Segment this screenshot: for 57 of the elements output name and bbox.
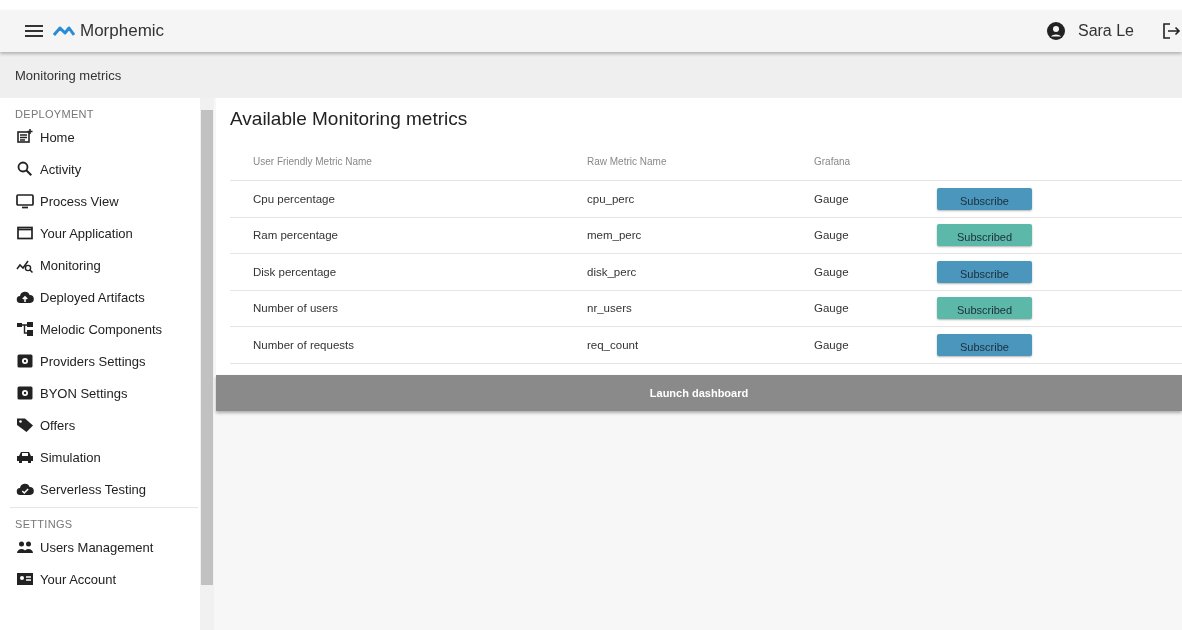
sidebar-item[interactable]: Users Management [0, 531, 154, 563]
grafana-type: Gauge [814, 338, 849, 351]
metric-name: Cpu percentage [253, 192, 335, 205]
logo-icon [53, 25, 75, 37]
raw-metric-name: mem_perc [587, 229, 642, 242]
column-header: User Friendly Metric Name [253, 155, 372, 167]
user-name[interactable]: Sara Le [1077, 22, 1134, 40]
sidebar-item[interactable]: Your Application [0, 217, 133, 249]
gear-icon [16, 384, 34, 402]
subscribed-button[interactable]: Subscribed [937, 224, 1032, 247]
raw-metric-name: req_count [587, 338, 639, 351]
monitor-icon [16, 192, 34, 210]
sidebar-item[interactable]: Home [0, 121, 75, 153]
app-name: Morphemic [80, 21, 165, 41]
subscribed-button[interactable]: Subscribed [937, 297, 1032, 320]
sidebar-item[interactable]: BYON Settings [0, 377, 128, 409]
sidebar-item[interactable]: Activity [0, 153, 82, 185]
search-icon [16, 160, 34, 178]
subscribe-button[interactable]: Subscribe [937, 333, 1032, 356]
raw-metric-name: nr_users [587, 302, 632, 315]
raw-metric-name: cpu_perc [587, 192, 635, 205]
subscribe-button[interactable]: Subscribe [937, 187, 1032, 210]
sidebar-item[interactable]: Offers [0, 409, 76, 441]
metric-name: Number of requests [253, 338, 354, 351]
column-header: Grafana [814, 155, 851, 167]
breadcrumb-title: Monitoring metrics [15, 67, 122, 83]
subscribe-button[interactable]: Subscribe [937, 260, 1032, 283]
tag-icon [16, 416, 34, 434]
sidebar-item[interactable]: Serverless Testing [0, 473, 146, 505]
section-heading: SETTINGS [14, 517, 73, 531]
sidebar-item[interactable]: Providers Settings [0, 345, 146, 377]
metric-name: Ram percentage [253, 229, 339, 242]
metric-name: Number of users [253, 302, 338, 315]
user-avatar-icon[interactable] [1046, 22, 1065, 40]
sidebar-item[interactable]: Deployed Artifacts [0, 281, 145, 313]
sidebar-item[interactable]: Your Account [0, 563, 117, 595]
menu-icon[interactable] [25, 25, 43, 37]
gear-icon [16, 352, 34, 370]
sidebar-item[interactable]: Monitoring [0, 249, 101, 281]
section-heading: DEPLOYMENT [14, 107, 94, 121]
panel-title: Available Monitoring metrics [229, 107, 468, 130]
address-card-icon [16, 570, 34, 588]
newspaper-icon [16, 128, 34, 146]
grafana-type: Gauge [814, 229, 849, 242]
sidebar-item[interactable]: Melodic Components [0, 313, 163, 345]
metric-name: Disk percentage [253, 265, 337, 278]
raw-metric-name: disk_perc [587, 265, 637, 278]
logout-icon[interactable] [1163, 23, 1181, 39]
sidebar-item[interactable]: Process View [0, 185, 119, 217]
sidebar-item[interactable]: Simulation [0, 441, 101, 473]
grafana-type: Gauge [814, 192, 849, 205]
column-header: Raw Metric Name [587, 155, 667, 167]
scrollbar[interactable] [200, 98, 214, 630]
window-icon [16, 224, 34, 242]
grafana-type: Gauge [814, 302, 849, 315]
sitemap-icon [16, 320, 34, 338]
grafana-type: Gauge [814, 265, 849, 278]
